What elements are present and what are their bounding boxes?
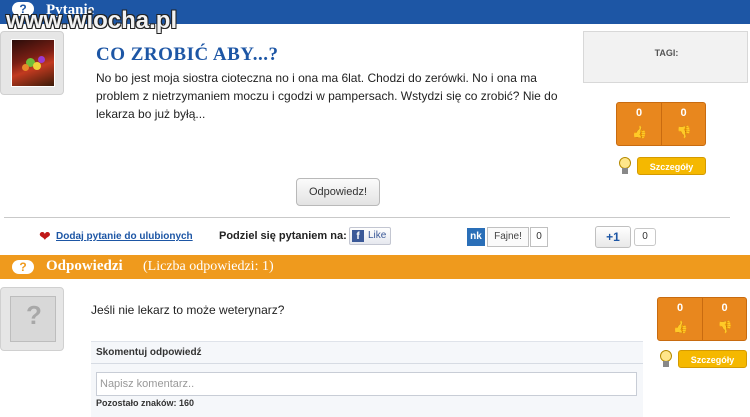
facebook-icon: f: [352, 230, 364, 242]
comment-label: Skomentuj odpowiedź: [96, 347, 202, 358]
tags-box: TAGI:: [583, 31, 748, 83]
vote-down-button[interactable]: 0 👎: [661, 103, 705, 145]
lightbulb-icon: [660, 350, 672, 368]
facebook-like-label: Like: [368, 230, 387, 241]
heart-icon: ❤: [39, 228, 51, 244]
nk-count: 0: [530, 227, 548, 247]
default-avatar-icon: ?: [10, 296, 56, 342]
question-details-button[interactable]: Szczegóły: [637, 157, 706, 175]
answer-vote-box: 0 👍 0 👎: [657, 297, 747, 341]
tags-label: TAGI:: [654, 48, 679, 58]
vote-up-count: 0: [635, 107, 643, 119]
answer-button[interactable]: Odpowiedz!: [296, 178, 380, 206]
add-to-favorites-link[interactable]: Dodaj pytanie do ulubionych: [56, 231, 193, 242]
divider: [4, 217, 730, 218]
google-plus-one-button[interactable]: +1: [595, 226, 631, 248]
thumbs-up-icon: 👍: [673, 320, 688, 334]
answer-vote-up-button[interactable]: 0 👍: [658, 298, 702, 340]
answer-vote-up-count: 0: [676, 302, 684, 314]
answers-section-title: Odpowiedzi: [46, 258, 123, 274]
answer-vote-down-count: 0: [721, 302, 728, 314]
chars-left-label: Pozostało znaków:: [96, 398, 177, 408]
question-vote-box: 0 👍 0 👎: [616, 102, 706, 146]
question-body: No bo jest moja siostra cioteczna no i o…: [96, 71, 558, 121]
answer-author-avatar[interactable]: ?: [0, 287, 64, 351]
question-mark-icon: ?: [12, 260, 34, 274]
google-plus-count: 0: [634, 228, 656, 246]
answer-details-button[interactable]: Szczegóły: [678, 350, 747, 368]
chars-left-value: 160: [179, 398, 195, 408]
answers-count: (Liczba odpowiedzi: 1): [143, 259, 274, 274]
avatar-image: [11, 39, 55, 87]
vote-up-button[interactable]: 0 👍: [617, 103, 661, 145]
comment-input[interactable]: Napisz komentarz..: [96, 372, 637, 396]
comment-panel: Skomentuj odpowiedź Napisz komentarz.. P…: [91, 341, 643, 417]
chars-left: Pozostało znaków: 160: [96, 398, 194, 408]
thumbs-down-icon: 👎: [676, 125, 692, 139]
answer-vote-down-button[interactable]: 0 👎: [702, 298, 746, 340]
share-label: Podziel się pytaniem na:: [219, 230, 347, 242]
answers-section-header: ? Odpowiedzi (Liczba odpowiedzi: 1): [0, 255, 750, 279]
thumbs-down-icon: 👎: [717, 320, 733, 334]
vote-down-count: 0: [680, 107, 687, 119]
facebook-like-button[interactable]: f Like: [349, 227, 391, 245]
question-title[interactable]: CO ZROBIĆ ABY...?: [96, 44, 279, 66]
nk-fajne-button[interactable]: Fajne!: [487, 227, 529, 247]
nk-icon: nk: [467, 228, 485, 246]
divider: [91, 363, 643, 364]
question-author-avatar[interactable]: [0, 31, 64, 95]
lightbulb-icon: [619, 157, 631, 175]
thumbs-up-icon: 👍: [632, 125, 647, 139]
answer-text: Jeśli nie lekarz to może weterynarz?: [91, 303, 285, 317]
